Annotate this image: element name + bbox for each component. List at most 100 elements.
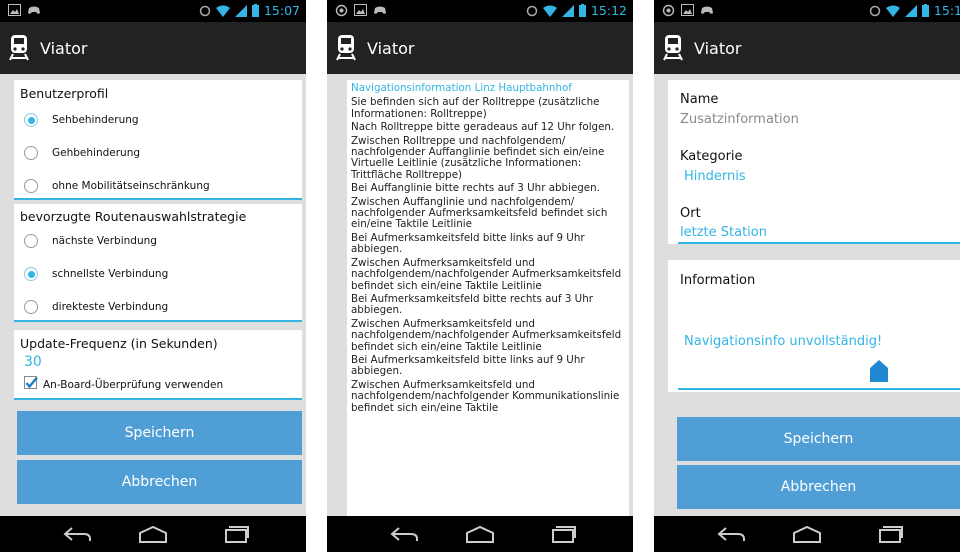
radio-unselected-icon[interactable] <box>24 179 38 193</box>
radio-naechste-verbindung[interactable]: nächste Verbindung <box>24 234 157 248</box>
radio-label: Sehbehinderung <box>52 114 139 126</box>
instruction-paragraph: Zwischen Aufmerksamkeitsfeld und nachfol… <box>351 256 622 292</box>
update-section: Update-Frequenz (in Sekunden) 30 An-Boar… <box>14 330 302 400</box>
recent-apps-icon[interactable] <box>551 525 577 543</box>
save-button[interactable]: Speichern <box>17 411 302 455</box>
radio-ohne-mobilitaet[interactable]: ohne Mobilitätseinschränkung <box>24 179 210 193</box>
instruction-paragraph: Zwischen Aufmerksamkeitsfeld und nachfol… <box>351 317 622 353</box>
radio-unselected-icon[interactable] <box>24 146 38 160</box>
checkbox-checked-icon[interactable] <box>24 376 38 393</box>
instruction-paragraph: Zwischen Auffanglinie und nachfolgendem/… <box>351 195 608 231</box>
radio-label: schnellste Verbindung <box>52 268 169 280</box>
update-frequency-label: Update-Frequenz (in Sekunden) <box>20 336 218 351</box>
radio-selected-icon[interactable] <box>24 113 38 127</box>
navigation-bar <box>654 516 960 552</box>
action-bar: Viator <box>654 22 960 74</box>
gamepad-notification-icon <box>373 4 387 17</box>
battery-icon <box>251 4 259 17</box>
sync-icon <box>199 5 211 17</box>
instruction-paragraph: Bei Auffanglinie bitte rechts auf 3 Uhr … <box>351 182 600 195</box>
information-label: Information <box>680 273 756 288</box>
train-logo-icon <box>663 35 683 65</box>
field-underline <box>678 242 960 244</box>
strategy-label: bevorzugte Routenauswahlstrategie <box>20 209 247 224</box>
image-notification-icon <box>354 4 367 17</box>
location-notification-icon <box>335 4 348 17</box>
update-frequency-input[interactable]: 30 <box>24 354 42 370</box>
image-notification-icon <box>8 4 21 16</box>
action-bar: Viator <box>327 22 633 74</box>
status-bar: 15:12 <box>327 0 633 22</box>
location-notification-icon <box>662 4 675 17</box>
sync-icon <box>869 5 881 17</box>
text-cursor-handle-icon[interactable] <box>870 360 888 386</box>
app-title: Viator <box>40 39 88 58</box>
profile-label: Benutzerprofil <box>20 86 109 101</box>
category-select[interactable]: Hindernis <box>684 169 746 184</box>
location-label: Ort <box>680 206 701 221</box>
name-field[interactable]: Zusatzinformation <box>680 112 799 127</box>
information-input[interactable]: Navigationsinfo unvollständig! <box>684 334 882 349</box>
radio-selected-icon[interactable] <box>24 267 38 281</box>
save-button[interactable]: Speichern <box>677 417 960 461</box>
clock: 15:1 <box>933 3 960 18</box>
navigation-heading: Navigationsinformation Linz Hauptbahnhof <box>351 82 572 94</box>
wifi-icon <box>885 5 900 17</box>
clock: 15:07 <box>263 3 300 18</box>
back-icon[interactable] <box>389 525 419 543</box>
radio-unselected-icon[interactable] <box>24 234 38 248</box>
app-title: Viator <box>367 39 415 58</box>
home-icon[interactable] <box>792 525 822 543</box>
app-title: Viator <box>694 39 742 58</box>
gamepad-notification-icon <box>700 4 714 17</box>
signal-icon <box>234 4 247 17</box>
instruction-paragraph: Bei Aufmerksamkeitsfeld bitte rechts auf… <box>351 292 593 317</box>
location-select[interactable]: letzte Station <box>680 225 767 240</box>
report-fields-section: Name Zusatzinformation Kategorie Hindern… <box>668 80 960 244</box>
battery-icon <box>578 4 586 17</box>
action-bar: Viator <box>0 22 306 74</box>
section-divider <box>14 398 302 400</box>
radio-label: ohne Mobilitätseinschränkung <box>52 180 210 192</box>
radio-label: direkteste Verbindung <box>52 301 169 313</box>
radio-gehbehinderung[interactable]: Gehbehinderung <box>24 146 140 160</box>
navigation-bar <box>0 516 306 552</box>
home-icon[interactable] <box>138 525 168 543</box>
report-content: Name Zusatzinformation Kategorie Hindern… <box>654 74 960 516</box>
gamepad-notification-icon <box>27 4 41 16</box>
radio-sehbehinderung[interactable]: Sehbehinderung <box>24 113 139 127</box>
settings-content: Benutzerprofil Sehbehinderung Gehbehinde… <box>0 74 306 516</box>
home-icon[interactable] <box>465 525 495 543</box>
back-icon[interactable] <box>62 525 92 543</box>
radio-unselected-icon[interactable] <box>24 300 38 314</box>
recent-apps-icon[interactable] <box>878 525 904 543</box>
information-section: Information Navigationsinfo unvollständi… <box>668 260 960 392</box>
cancel-button[interactable]: Abbrechen <box>677 465 960 509</box>
instruction-paragraph: Bei Aufmerksamkeitsfeld bitte links auf … <box>351 353 585 378</box>
settings-screen: 15:07 Viator Benutzerprofil Sehbehinderu… <box>0 0 306 552</box>
navigation-info-screen: 15:12 Viator Navigationsinformation Linz… <box>327 0 633 552</box>
onboard-check-checkbox[interactable]: An-Board-Überprüfung verwenden <box>24 376 223 393</box>
train-logo-icon <box>9 35 29 65</box>
navigation-bar <box>327 516 633 552</box>
wifi-icon <box>215 5 230 17</box>
field-underline <box>678 388 960 390</box>
signal-icon <box>904 4 917 17</box>
sync-icon <box>526 5 538 17</box>
cancel-button[interactable]: Abbrechen <box>17 460 302 504</box>
radio-schnellste-verbindung[interactable]: schnellste Verbindung <box>24 267 168 281</box>
status-bar: 15:1 <box>654 0 960 22</box>
radio-label: nächste Verbindung <box>52 235 157 247</box>
wifi-icon <box>542 5 557 17</box>
section-divider <box>14 198 302 200</box>
radio-direkteste-verbindung[interactable]: direkteste Verbindung <box>24 300 168 314</box>
category-label: Kategorie <box>680 149 743 164</box>
report-screen: 15:1 Viator Name Zusatzinformation Kateg… <box>654 0 960 552</box>
checkbox-label: An-Board-Überprüfung verwenden <box>43 378 224 391</box>
profile-section: Benutzerprofil Sehbehinderung Gehbehinde… <box>14 80 302 200</box>
back-icon[interactable] <box>716 525 746 543</box>
recent-apps-icon[interactable] <box>224 525 250 543</box>
navigation-instructions[interactable]: Navigationsinformation Linz Hauptbahnhof… <box>347 80 629 518</box>
clock: 15:12 <box>590 3 627 18</box>
navigation-content: Navigationsinformation Linz Hauptbahnhof… <box>327 74 633 518</box>
